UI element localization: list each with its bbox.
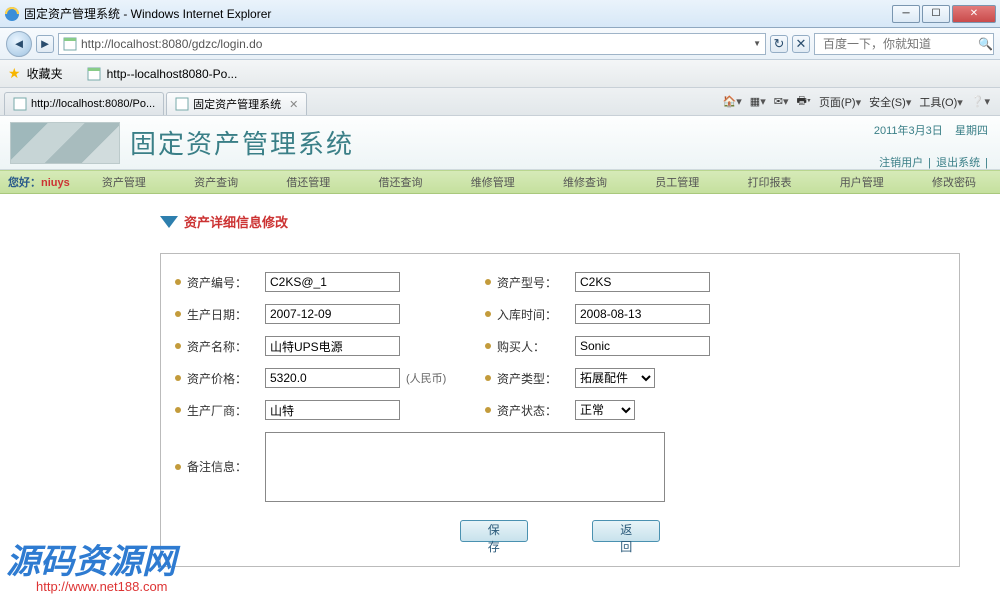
content-area: 资产详细信息修改 资产编号： 资产型号： 生产日期： 入库时间： (0, 194, 1000, 574)
price-input[interactable] (265, 368, 400, 388)
header-right: 2011年3月3日 星期四 注销用户 | 退出系统 | (874, 122, 988, 170)
prod-date-label: 生产日期： (175, 306, 265, 323)
feeds-icon[interactable]: ▦▾ (750, 95, 766, 108)
triangle-icon (160, 216, 178, 228)
tab-app[interactable]: 固定资产管理系统 ✕ (166, 92, 307, 115)
in-date-label: 入库时间： (485, 306, 575, 323)
tab-icon (13, 97, 27, 111)
greeting-label: 您好： (8, 177, 41, 189)
price-unit: (人民币) (406, 370, 446, 386)
mail-icon[interactable]: ✉▾ (774, 95, 789, 108)
watermark: 源码资源网 http://www.net188.com (6, 534, 176, 594)
stop-button[interactable]: ✕ (792, 35, 810, 53)
page-icon (63, 37, 77, 51)
menu-repair-query[interactable]: 维修查询 (539, 174, 631, 190)
fav-item[interactable]: http--localhost8080-Po... (107, 67, 238, 81)
asset-form: 资产编号： 资产型号： 生产日期： 入库时间： 资产名称： (160, 253, 960, 567)
asset-model-input[interactable] (575, 272, 710, 292)
asset-name-label: 资产名称： (175, 338, 265, 355)
menu-borrow-query[interactable]: 借还查询 (354, 174, 446, 190)
page-menu[interactable]: 页面(P)▾ (819, 94, 861, 110)
search-input[interactable] (823, 37, 978, 51)
remark-textarea[interactable] (265, 432, 665, 502)
back-button[interactable]: ◄ (6, 31, 32, 57)
window-titlebar: 固定资产管理系统 - Windows Internet Explorer ─ ☐… (0, 0, 1000, 28)
help-icon[interactable]: ❔▾ (971, 95, 990, 108)
section-title: 资产详细信息修改 (160, 212, 982, 231)
favorites-bar: ★ 收藏夹 http--localhost8080-Po... (0, 60, 1000, 88)
buyer-input[interactable] (575, 336, 710, 356)
forward-button[interactable]: ► (36, 35, 54, 53)
menu-borrow-mgmt[interactable]: 借还管理 (262, 174, 354, 190)
refresh-button[interactable]: ↻ (770, 35, 788, 53)
price-label: 资产价格： (175, 370, 265, 387)
manuf-input[interactable] (265, 400, 400, 420)
tab-localhost[interactable]: http://localhost:8080/Po... (4, 92, 164, 115)
menu-change-pw[interactable]: 修改密码 (908, 174, 1000, 190)
favorites-label: 收藏夹 (27, 65, 63, 82)
menu-print[interactable]: 打印报表 (723, 174, 815, 190)
asset-no-label: 资产编号： (175, 274, 265, 291)
logo-image (10, 122, 120, 164)
tab-icon (175, 97, 189, 111)
back-button-form[interactable]: 返 回 (592, 520, 660, 542)
in-date-input[interactable] (575, 304, 710, 324)
main-menu: 您好：niuys 资产管理 资产查询 借还管理 借还查询 维修管理 维修查询 员… (0, 170, 1000, 194)
close-button[interactable]: ✕ (952, 5, 996, 23)
current-user: niuys (41, 177, 70, 189)
menu-repair-mgmt[interactable]: 维修管理 (447, 174, 539, 190)
save-button[interactable]: 保 存 (460, 520, 528, 542)
nav-toolbar: ◄ ► ▼ ↻ ✕ 🔍 (0, 28, 1000, 60)
safety-menu[interactable]: 安全(S)▾ (869, 94, 911, 110)
app-header: 固定资产管理系统 2011年3月3日 星期四 注销用户 | 退出系统 | (0, 116, 1000, 170)
buyer-label: 购买人： (485, 338, 575, 355)
url-input[interactable] (81, 37, 753, 51)
type-label: 资产类型： (485, 370, 575, 387)
ie-icon (4, 6, 20, 22)
section-title-text: 资产详细信息修改 (184, 212, 288, 231)
remark-label: 备注信息： (175, 458, 265, 475)
home-icon[interactable]: 🏠▾ (723, 95, 742, 108)
tab-close-icon[interactable]: ✕ (289, 98, 298, 111)
watermark-name: 源码资源网 (6, 534, 176, 583)
tab-label: 固定资产管理系统 (193, 96, 281, 112)
logout-link[interactable]: 注销用户 (879, 157, 923, 169)
tab-bar: http://localhost:8080/Po... 固定资产管理系统 ✕ 🏠… (0, 88, 1000, 116)
window-title: 固定资产管理系统 - Windows Internet Explorer (24, 5, 271, 22)
search-bar[interactable]: 🔍 (814, 33, 994, 55)
app-title: 固定资产管理系统 (130, 124, 354, 161)
header-weekday: 星期四 (955, 125, 988, 137)
search-icon[interactable]: 🔍 (978, 37, 993, 51)
menu-asset-query[interactable]: 资产查询 (170, 174, 262, 190)
tools-menu[interactable]: 工具(O)▾ (919, 94, 962, 110)
command-bar: 🏠▾ ▦▾ ✉▾ 🖶▾ 页面(P)▾ 安全(S)▾ 工具(O)▾ ❔▾ (723, 92, 996, 111)
tab-label: http://localhost:8080/Po... (31, 98, 155, 110)
maximize-button[interactable]: ☐ (922, 5, 950, 23)
status-select[interactable]: 正常 (575, 400, 635, 420)
print-icon[interactable]: 🖶▾ (796, 92, 810, 111)
menu-staff-mgmt[interactable]: 员工管理 (631, 174, 723, 190)
menu-asset-mgmt[interactable]: 资产管理 (78, 174, 170, 190)
asset-model-label: 资产型号： (485, 274, 575, 291)
header-date: 2011年3月3日 (874, 125, 943, 137)
asset-name-input[interactable] (265, 336, 400, 356)
favorites-star-icon[interactable]: ★ (8, 65, 21, 82)
exit-link[interactable]: 退出系统 (936, 157, 980, 169)
prod-date-input[interactable] (265, 304, 400, 324)
minimize-button[interactable]: ─ (892, 5, 920, 23)
fav-item-icon (87, 67, 101, 81)
asset-no-input[interactable] (265, 272, 400, 292)
menu-user-mgmt[interactable]: 用户管理 (816, 174, 908, 190)
status-label: 资产状态： (485, 402, 575, 419)
url-dropdown-icon[interactable]: ▼ (753, 39, 761, 48)
address-bar[interactable]: ▼ (58, 33, 766, 55)
type-select[interactable]: 拓展配件 (575, 368, 655, 388)
manuf-label: 生产厂商： (175, 402, 265, 419)
